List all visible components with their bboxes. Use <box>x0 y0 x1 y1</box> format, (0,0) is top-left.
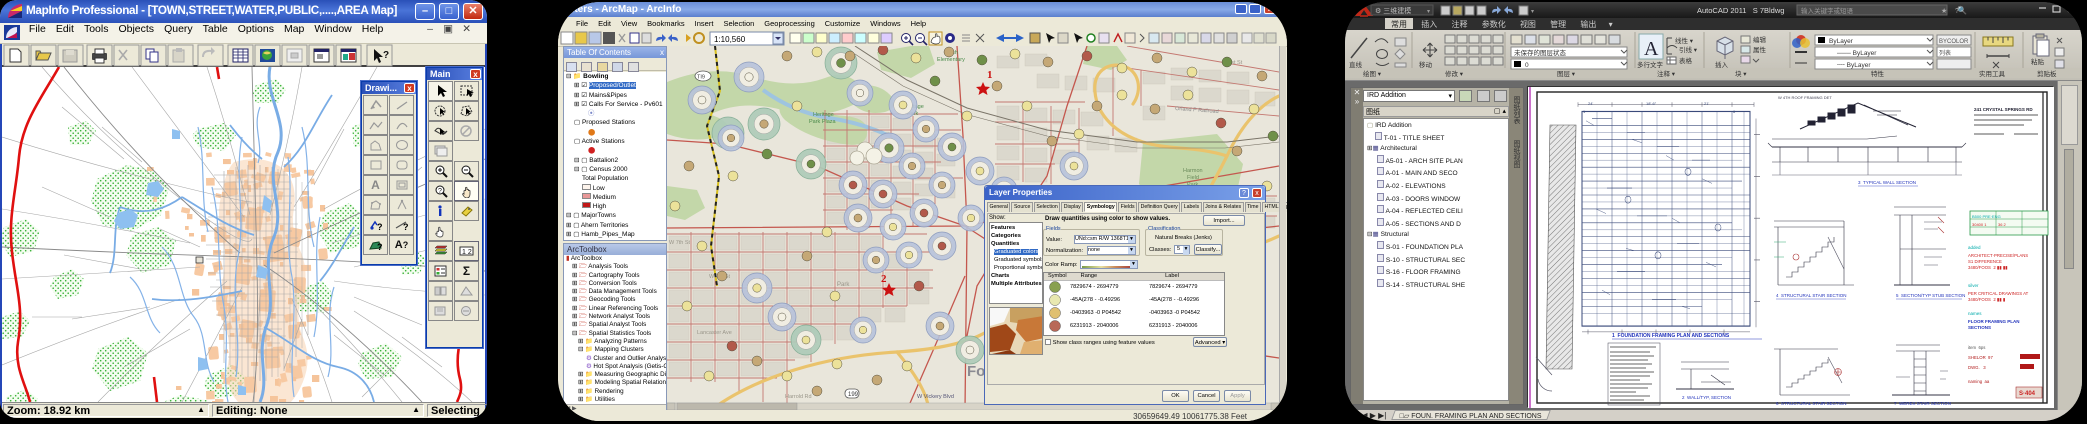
svg-text:4 STRUCTURAL STAIR SECTION: 4 STRUCTURAL STAIR SECTION <box>1776 293 1847 298</box>
svg-text:─── ByLayer: ─── ByLayer <box>1836 50 1877 57</box>
svg-text:SECTIONS: SECTIONS <box>1968 325 1991 330</box>
svg-text:1 FOUNDATION FRAMING PLAN AND: 1 FOUNDATION FRAMING PLAN AND SECTIONS <box>1612 333 1730 339</box>
svg-text:?: ? <box>403 222 409 232</box>
svg-text:A: A <box>1644 38 1659 60</box>
svg-text:列表: 列表 <box>1939 49 1951 57</box>
svg-text:粘贴: 粘贴 <box>2031 57 2045 66</box>
svg-text:DWG. 3: DWG. 3 <box>1968 365 1986 370</box>
svg-text:W 4TH ROOF FRAMING DET: W 4TH ROOF FRAMING DET <box>1778 95 1832 100</box>
svg-text:╌╌ ByLayer: ╌╌ ByLayer <box>1837 62 1871 69</box>
svg-text:names: names <box>1968 311 1982 316</box>
svg-text:编辑: 编辑 <box>1753 35 1767 44</box>
svg-text:1: 1 <box>987 69 993 81</box>
svg-text:表格: 表格 <box>1679 56 1693 65</box>
svg-text:W Vickery Blvd: W Vickery Blvd <box>917 394 954 400</box>
svg-text:剪贴板: 剪贴板 <box>2037 69 2057 78</box>
svg-text:移动: 移动 <box>1419 60 1433 69</box>
svg-text:BYCOLOR: BYCOLOR <box>1939 39 1969 45</box>
svg-text:W 7th St: W 7th St <box>669 240 691 246</box>
svg-text:?: ? <box>1955 8 1959 15</box>
svg-text:输入关键字或短语: 输入关键字或短语 <box>1801 6 1854 15</box>
svg-text:特性: 特性 <box>1871 69 1885 78</box>
svg-text:1:10,560: 1:10,560 <box>714 35 746 44</box>
svg-text:?: ? <box>377 222 383 232</box>
svg-text:Park Plaza: Park Plaza <box>809 119 837 125</box>
svg-text:未保存的图层状态: 未保存的图层状态 <box>1514 48 1567 57</box>
svg-text:21': 21' <box>1704 101 1709 106</box>
svg-text:3 TYPICAL WALL SECTION: 3 TYPICAL WALL SECTION <box>1858 180 1916 185</box>
svg-text:ByLayer: ByLayer <box>1829 38 1854 45</box>
svg-text:3480/FOOS 2 ▮▮ ▮▮: 3480/FOOS 2 ▮▮ ▮▮ <box>1968 265 2008 270</box>
svg-text:PER CRITICAL DRAWINGS AT: PER CRITICAL DRAWINGS AT <box>1968 291 2029 296</box>
svg-text:▾: ▾ <box>1531 9 1534 15</box>
svg-text:1 2: 1 2 <box>462 249 472 256</box>
svg-text:36 2: 36 2 <box>1998 222 2007 227</box>
svg-text:线性 ▾: 线性 ▾ <box>1675 36 1694 45</box>
svg-text:引线 ▾: 引线 ▾ <box>1679 45 1698 54</box>
svg-text:修改 ▾: 修改 ▾ <box>1445 69 1464 78</box>
svg-text:2: 2 <box>881 273 887 285</box>
svg-text:绘图 ▾: 绘图 ▾ <box>1363 69 1382 78</box>
svg-text:Field: Field <box>1187 175 1199 181</box>
svg-text:直线: 直线 <box>1349 60 1363 69</box>
svg-text:TI9: TI9 <box>697 75 705 81</box>
svg-text:7 WEREX STAIR SECTION: 7 WEREX STAIR SECTION <box>1894 401 1951 406</box>
svg-text:30400 1: 30400 1 <box>1972 222 1987 227</box>
svg-text:0: 0 <box>1525 62 1529 69</box>
svg-text:实用工具: 实用工具 <box>1979 69 2006 78</box>
svg-text:块 ▾: 块 ▾ <box>1735 69 1747 78</box>
svg-text:属性: 属性 <box>1753 45 1767 54</box>
svg-text:2 WALL/TYP, SECTION: 2 WALL/TYP, SECTION <box>1682 395 1731 400</box>
svg-text:Park: Park <box>837 282 850 288</box>
svg-text:ARCHITECT·PRECISE/PLANS: ARCHITECT·PRECISE/PLANS <box>1968 253 2028 258</box>
svg-text:item 6ps: item 6ps <box>1968 345 1985 350</box>
svg-text:Heritage: Heritage <box>813 112 834 118</box>
svg-text:241 CRYSTAL SPRINGS RD: 241 CRYSTAL SPRINGS RD <box>1974 107 2033 112</box>
svg-text:★: ★ <box>1941 7 1947 15</box>
svg-text:▾: ▾ <box>1427 9 1430 15</box>
svg-text:⚙ 三维建模: ⚙ 三维建模 <box>1375 6 1411 15</box>
svg-text:FLOOR FRAMING PLAN: FLOOR FRAMING PLAN <box>1968 319 2020 324</box>
svg-text:silver: silver <box>1968 283 1979 288</box>
svg-text:Elementary: Elementary <box>937 57 965 63</box>
svg-text:?: ? <box>438 188 442 195</box>
svg-text:6 STRUCTURAL STAIR SECTION: 6 STRUCTURAL STAIR SECTION <box>1776 401 1847 406</box>
svg-text:插入: 插入 <box>1715 60 1729 69</box>
svg-text:naming aa: naming aa <box>1968 379 1990 384</box>
svg-text:S1 DIFFERENCE: S1 DIFFERENCE <box>1968 259 2002 264</box>
svg-text:Fo: Fo <box>967 363 985 380</box>
svg-text:?: ? <box>383 50 389 61</box>
svg-text:199: 199 <box>848 392 859 398</box>
svg-text:注释 ▾: 注释 ▾ <box>1657 69 1676 78</box>
svg-text:Harmon: Harmon <box>1183 168 1203 174</box>
svg-text:B500 PRE·ENG: B500 PRE·ENG <box>1972 214 2001 219</box>
svg-text:Lancaster Ave: Lancaster Ave <box>697 330 732 336</box>
svg-text:?: ? <box>377 242 383 252</box>
svg-text:SHELOR 97: SHELOR 97 <box>1968 355 1993 360</box>
svg-text:18'-6": 18'-6" <box>1646 101 1657 106</box>
svg-text:5 SECTION/TYP STUB SECTION: 5 SECTION/TYP STUB SECTION <box>1896 293 1965 298</box>
svg-text:3480/FOOS 2 ▮▮ ▮: 3480/FOOS 2 ▮▮ ▮ <box>1968 297 2005 302</box>
svg-text:24': 24' <box>1588 101 1593 106</box>
svg-text:AutoCAD 2011 S 7Bldwg: AutoCAD 2011 S 7Bldwg <box>1697 6 1784 15</box>
svg-text:added: added <box>1968 245 1981 250</box>
svg-text:S·404: S·404 <box>2019 391 2036 397</box>
svg-text:图层 ▾: 图层 ▾ <box>1557 70 1576 78</box>
svg-text:Harrold Rd: Harrold Rd <box>785 394 812 400</box>
svg-text:多行文字: 多行文字 <box>1637 60 1664 69</box>
